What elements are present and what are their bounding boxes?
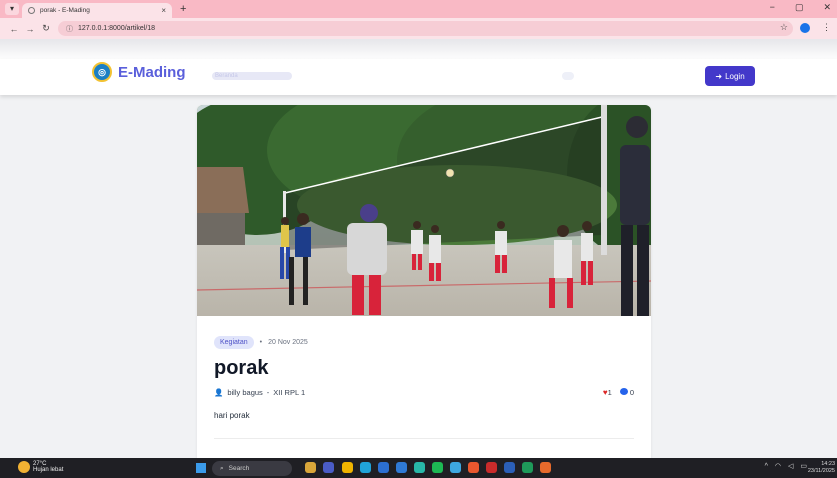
article-content: hari porak — [214, 411, 250, 420]
article-body: Kegiatan • 20 Nov 2025 porak 👤 billy bag… — [197, 316, 651, 439]
chrome-icon[interactable] — [468, 462, 479, 473]
window-controls: − ▢ ✕ — [770, 2, 837, 13]
login-label: Login — [725, 71, 745, 81]
app-green-icon[interactable] — [522, 462, 533, 473]
bookmark-star-icon[interactable]: ☆ — [780, 22, 788, 33]
page-top-fade — [0, 39, 837, 59]
article-image — [197, 105, 651, 316]
maximize-button[interactable]: ▢ — [795, 2, 804, 13]
browser-tab[interactable]: porak - E-Mading × — [22, 3, 172, 18]
like-button[interactable]: ♥1 — [603, 388, 612, 397]
login-button[interactable]: ➜ Login — [705, 66, 755, 86]
weather-widget[interactable]: 27°C Hujan lebat — [18, 461, 63, 473]
new-tab-button[interactable]: + — [180, 3, 186, 15]
wifi-icon[interactable]: ◠ — [775, 462, 781, 470]
edge-icon[interactable] — [360, 462, 371, 473]
telegram-icon[interactable] — [450, 462, 461, 473]
author-row: 👤 billy bagus - XII RPL 1 ♥1 0 — [214, 388, 634, 397]
menu-dots-icon[interactable]: ⋮ — [822, 22, 831, 33]
user-icon: 👤 — [214, 388, 224, 397]
author-name: billy bagus — [227, 388, 263, 397]
back-arrow-icon[interactable]: ← — [6, 24, 22, 34]
like-count: 1 — [607, 388, 612, 397]
taskbar-search[interactable]: ⌕ Search — [212, 461, 292, 476]
forward-arrow-icon[interactable]: → — [22, 24, 38, 34]
volleyball-photo — [197, 105, 651, 316]
comment-count: 0 — [629, 388, 634, 397]
profile-avatar-icon[interactable] — [800, 22, 810, 33]
weather-icon — [18, 461, 30, 473]
article-stats: ♥1 0 — [603, 388, 634, 397]
copilot-icon[interactable] — [305, 462, 316, 473]
school-logo-icon: ◎ — [92, 62, 112, 82]
category-badge[interactable]: Kegiatan — [214, 336, 254, 349]
close-window-button[interactable]: ✕ — [823, 2, 831, 13]
browser-tab-strip: ▾ porak - E-Mading × + — [0, 0, 837, 18]
url-text: 127.0.0.1:8000/artikel/18 — [78, 25, 156, 32]
article-meta: Kegiatan • 20 Nov 2025 — [214, 336, 634, 349]
weather-text: Hujan lebat — [33, 467, 64, 473]
address-bar-row: ← → ↻ ⓘ 127.0.0.1:8000/artikel/18 — [0, 18, 837, 39]
tab-search-button[interactable]: ▾ — [5, 3, 19, 15]
browser-toolbar-right: ☆ ⋮ — [780, 22, 831, 33]
chrome-canary-icon[interactable] — [540, 462, 551, 473]
brand[interactable]: ◎ E-Mading — [92, 62, 186, 82]
store-icon[interactable] — [378, 462, 389, 473]
taskbar-search-label: Search — [228, 465, 250, 472]
url-field[interactable]: ⓘ 127.0.0.1:8000/artikel/18 — [58, 21, 793, 36]
reload-icon[interactable]: ↻ — [38, 23, 54, 34]
comment-icon — [619, 388, 628, 395]
meta-separator: • — [259, 339, 263, 346]
vscode-icon[interactable] — [396, 462, 407, 473]
tab-title: porak - E-Mading — [40, 7, 90, 14]
author-class: XII RPL 1 — [273, 388, 306, 397]
battery-icon[interactable]: ▭ — [800, 462, 807, 470]
task-view-icon[interactable] — [323, 462, 334, 473]
clock-date: 23/11/2025 — [807, 468, 835, 474]
minimize-button[interactable]: − — [770, 2, 775, 13]
content-divider — [214, 438, 634, 439]
brand-name: E-Mading — [118, 63, 186, 81]
article-date: 20 Nov 2025 — [268, 339, 308, 346]
app-red-icon[interactable] — [486, 462, 497, 473]
volume-icon[interactable]: ◁ — [788, 462, 793, 470]
author-info: 👤 billy bagus - XII RPL 1 — [214, 388, 305, 397]
clock-time: 14:23 — [821, 461, 835, 467]
login-arrow-icon: ➜ — [715, 71, 723, 81]
search-icon[interactable] — [562, 72, 574, 80]
tray-chevron-icon[interactable]: ^ — [765, 463, 768, 470]
article-title: porak — [214, 357, 269, 379]
windows-start-icon[interactable] — [196, 463, 206, 473]
taskbar-clock[interactable]: 14:23 23/11/2025 — [808, 461, 835, 475]
word-icon[interactable] — [504, 462, 515, 473]
comment-count-button[interactable]: 0 — [619, 388, 634, 397]
search-icon: ⌕ — [220, 464, 224, 472]
author-separator: - — [266, 388, 270, 397]
system-tray: ^ ◠ ◁ ▭ — [765, 462, 807, 471]
tab-close-button[interactable]: × — [161, 6, 166, 15]
spotify-icon[interactable] — [432, 462, 443, 473]
site-favicon-icon — [28, 7, 35, 14]
file-explorer-icon[interactable] — [342, 462, 353, 473]
site-info-icon[interactable]: ⓘ — [66, 24, 73, 34]
article-card: Kegiatan • 20 Nov 2025 porak 👤 billy bag… — [197, 105, 651, 458]
nav-link-home[interactable]: Beranda — [212, 72, 292, 80]
app-icon[interactable] — [414, 462, 425, 473]
